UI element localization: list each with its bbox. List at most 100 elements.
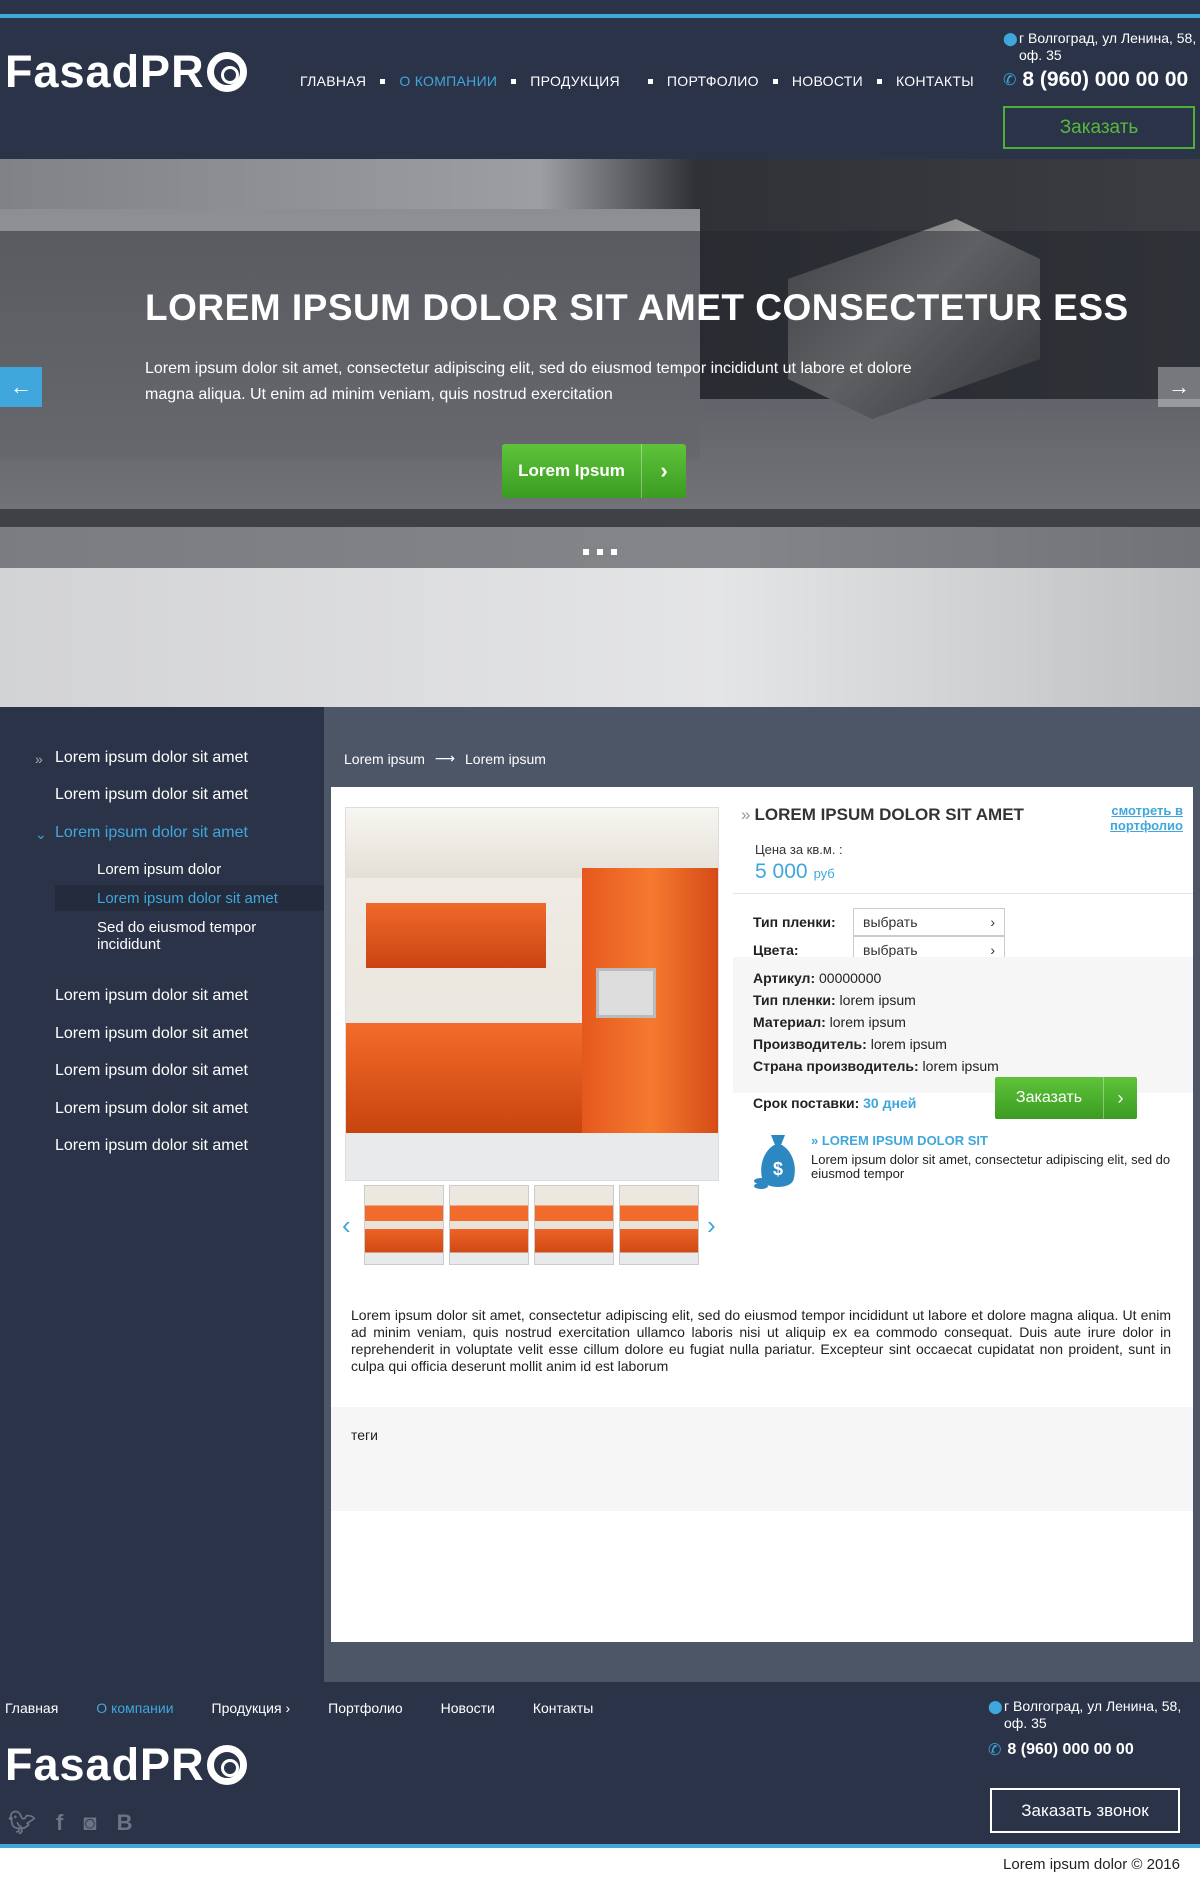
sidebar-subitem-active[interactable]: Lorem ipsum dolor sit amet — [97, 890, 278, 907]
image-lower-cabinets — [346, 1023, 582, 1133]
product-description: Lorem ipsum dolor sit amet, consectetur … — [351, 1307, 1171, 1374]
spec-value: lorem ipsum — [922, 1058, 999, 1074]
footer-contact: ⬤ г Волгоград, ул Ленина, 58, оф. 35 ✆ 8… — [988, 1698, 1188, 1760]
delivery-label: Срок поставки: — [753, 1095, 860, 1111]
footer-nav-portfolio[interactable]: Портфолио — [328, 1700, 403, 1716]
instagram-icon[interactable]: ◙ — [83, 1810, 96, 1836]
chevron-down-icon: ⌄ — [35, 826, 47, 842]
film-type-label: Тип пленки: — [753, 914, 836, 930]
thumbnail-strip: ‹ › — [342, 1185, 719, 1267]
arrow-right-icon: ⟶ — [434, 750, 455, 766]
nav-news[interactable]: НОВОСТИ — [792, 73, 863, 89]
location-pin-icon: ⬤ — [1003, 31, 1018, 46]
nav-about[interactable]: О КОМПАНИИ — [399, 73, 497, 89]
product-order-button[interactable]: Заказать › — [995, 1077, 1137, 1119]
product-title: » LOREM IPSUM DOLOR SIT AMET — [741, 805, 1024, 825]
social-links: 🐦︎ f ◙ B — [8, 1810, 132, 1836]
footer-phone[interactable]: ✆ 8 (960) 000 00 00 — [988, 1740, 1188, 1760]
product-specs: Артикул: 00000000 Тип пленки: lorem ipsu… — [733, 957, 1193, 1093]
price-label: Цена за кв.м. : — [755, 842, 843, 857]
see-portfolio-link[interactable]: смотреть в портфолио — [1093, 803, 1183, 833]
nav-separator — [772, 78, 778, 84]
callback-button[interactable]: Заказать звонок — [990, 1788, 1180, 1833]
chevron-right-icon: › — [641, 444, 686, 498]
film-type-select-value: выбрать — [863, 914, 918, 930]
price-currency: руб — [813, 866, 835, 881]
twitter-icon[interactable]: 🐦︎ — [8, 1810, 36, 1836]
footer-nav-news[interactable]: Новости — [441, 1700, 495, 1716]
price: 5 000 руб — [755, 860, 835, 884]
arrow-right-icon[interactable]: → — [1158, 367, 1200, 407]
footer-nav-products[interactable]: Продукция › — [212, 1700, 291, 1716]
header-order-button[interactable]: Заказать — [1003, 106, 1195, 149]
sidebar-item[interactable]: Lorem ipsum dolor sit amet — [55, 987, 248, 1005]
product-main-image[interactable] — [345, 807, 719, 1181]
breadcrumb-current: Lorem ipsum — [465, 750, 546, 767]
sidebar-subitem[interactable]: Lorem ipsum dolor — [97, 861, 221, 878]
image-upper-cabinets — [366, 903, 546, 968]
nav-contacts[interactable]: КОНТАКТЫ — [896, 73, 974, 89]
nav-home[interactable]: ГЛАВНАЯ — [300, 73, 366, 89]
sidebar-item[interactable]: Lorem ipsum dolor sit amet — [55, 1137, 248, 1155]
spec-value: lorem ipsum — [870, 1036, 947, 1052]
slider-dot[interactable] — [597, 549, 603, 555]
logo[interactable]: FasadPR — [5, 46, 247, 98]
phone-icon: ✆ — [1003, 72, 1017, 89]
thumbnail[interactable] — [619, 1185, 699, 1265]
film-type-row: Тип пленки: выбрать › — [753, 908, 1005, 936]
spec-row: Материал: lorem ipsum — [753, 1011, 1193, 1033]
nav-portfolio[interactable]: ПОРТФОЛИО — [667, 73, 759, 89]
hero-title: LOREM IPSUM DOLOR SIT AMET CONSECTETUR E… — [145, 287, 1129, 328]
sidebar-item[interactable]: Lorem ipsum dolor sit amet — [55, 1100, 248, 1118]
sidebar-item[interactable]: Lorem ipsum dolor sit amet — [55, 749, 248, 767]
product-order-label: Заказать — [1015, 1089, 1083, 1106]
chevron-right-icon: › — [1103, 1077, 1137, 1119]
image-floor — [346, 1133, 718, 1180]
thumbnail[interactable] — [449, 1185, 529, 1265]
product-card: ‹ › » LOREM IPSUM DOLOR SIT AMET смотреть… — [331, 787, 1193, 1642]
slider-dot[interactable] — [583, 549, 589, 555]
film-type-select[interactable]: выбрать › — [853, 908, 1005, 936]
spec-key: Тип пленки: — [753, 992, 836, 1008]
sidebar-item[interactable]: Lorem ipsum dolor sit amet — [55, 786, 248, 804]
vk-icon[interactable]: B — [117, 1810, 133, 1836]
footer-nav-home[interactable]: Главная — [5, 1700, 58, 1716]
chevron-right-icon: › — [285, 1700, 291, 1716]
chevron-right-icon[interactable]: › — [707, 1210, 716, 1241]
money-bag-icon: $ — [754, 1135, 795, 1189]
logo-o-icon — [206, 1745, 247, 1785]
footer-logo[interactable]: FasadPR — [5, 1739, 247, 1791]
hero-cta-button[interactable]: Lorem Ipsum › — [502, 444, 686, 498]
footer-phone-text: 8 (960) 000 00 00 — [1007, 1741, 1134, 1758]
logo-o-icon — [206, 52, 247, 92]
facebook-icon[interactable]: f — [56, 1810, 63, 1836]
slider-dot[interactable] — [611, 549, 617, 555]
sidebar-item[interactable]: Lorem ipsum dolor sit amet — [55, 1025, 248, 1043]
thumbnail[interactable] — [364, 1185, 444, 1265]
image-tall-cabinet — [582, 868, 718, 1168]
thumbnail[interactable] — [534, 1185, 614, 1265]
spec-key: Материал: — [753, 1014, 826, 1030]
sidebar-item-active[interactable]: Lorem ipsum dolor sit amet — [55, 824, 248, 842]
header-address-text: г Волгоград, ул Ленина, 58, оф. 35 — [1019, 30, 1197, 63]
chevron-left-icon[interactable]: ‹ — [342, 1210, 351, 1241]
chevron-right-icon: › — [990, 942, 995, 958]
header-phone[interactable]: ✆ 8 (960) 000 00 00 — [1003, 68, 1198, 92]
hero-text: Lorem ipsum dolor sit amet, consectetur … — [145, 360, 912, 403]
sidebar-item[interactable]: Lorem ipsum dolor sit amet — [55, 1062, 248, 1080]
logo-text: FasadPR — [5, 46, 205, 97]
nav-products[interactable]: ПРОДУКЦИЯ — [530, 73, 620, 89]
color-select-value: выбрать — [863, 942, 918, 958]
svg-text:$: $ — [773, 1159, 783, 1179]
sidebar-subitem[interactable]: Sed do eiusmod tempor incididunt — [97, 919, 297, 953]
arrow-left-icon[interactable]: ← — [0, 367, 42, 407]
footer-nav: Главная О компании Продукция › Портфолио… — [5, 1700, 631, 1716]
nav-separator — [647, 78, 653, 84]
main-nav: ГЛАВНАЯ О КОМПАНИИ ПРОДУКЦИЯ ПОРТФОЛИО Н… — [300, 73, 974, 89]
footer-nav-contacts[interactable]: Контакты — [533, 1700, 593, 1716]
spec-key: Производитель: — [753, 1036, 867, 1052]
phone-icon: ✆ — [988, 1742, 1002, 1759]
footer-nav-about[interactable]: О компании — [96, 1700, 173, 1716]
breadcrumb-link[interactable]: Lorem ipsum — [344, 751, 425, 767]
chevron-right-icon: › — [990, 914, 995, 930]
